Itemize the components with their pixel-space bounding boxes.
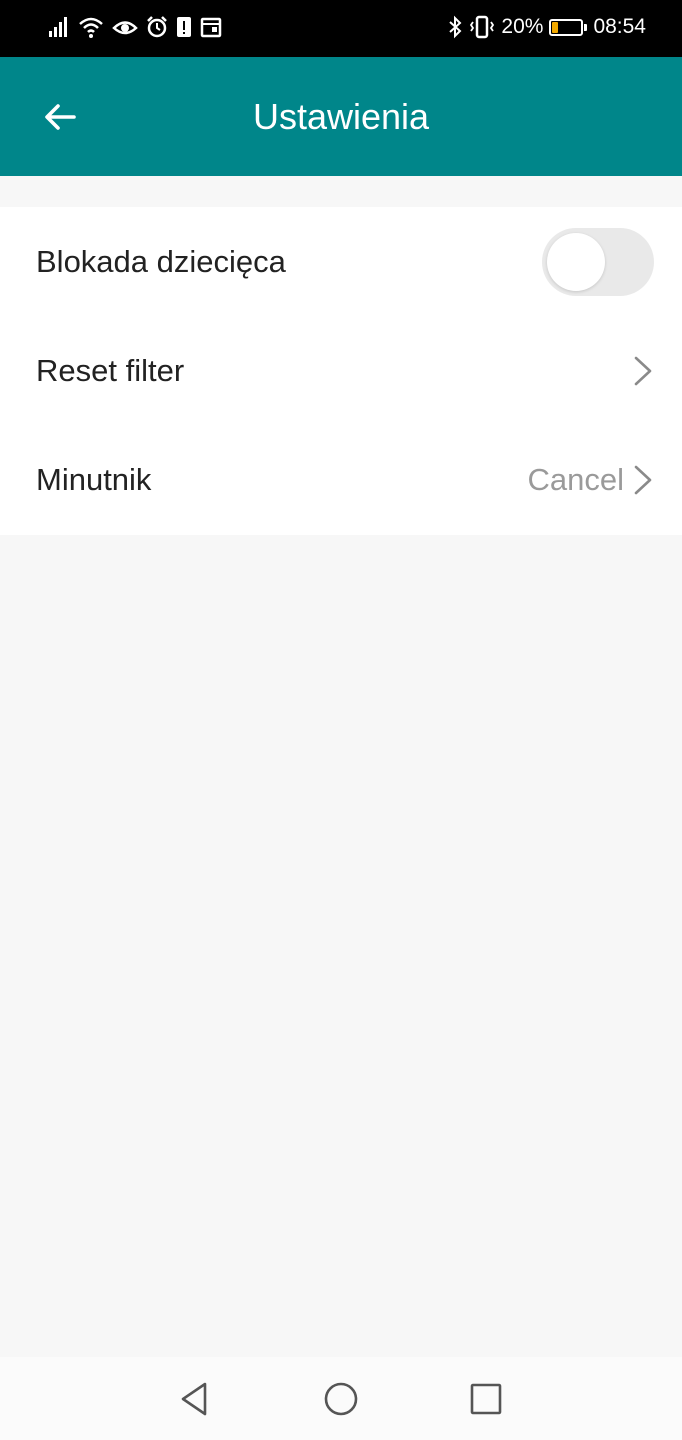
settings-list: Blokada dziecięca Reset filter Minutnik …	[0, 207, 682, 535]
battery-icon	[549, 18, 588, 36]
page-title: Ustawienia	[252, 96, 430, 137]
bluetooth-icon	[447, 14, 463, 40]
child-lock-label: Blokada dziecięca	[36, 243, 286, 279]
recents-square-icon	[470, 1383, 502, 1415]
reset-filter-label: Reset filter	[36, 352, 185, 388]
toggle-knob	[547, 232, 605, 291]
back-button[interactable]	[30, 87, 90, 147]
status-right-icons: 20% 08:54	[447, 14, 646, 40]
vibrate-icon	[469, 14, 495, 40]
status-left-icons	[48, 14, 222, 40]
signal-icon	[48, 14, 70, 40]
alert-icon	[176, 14, 192, 40]
alarm-icon	[146, 14, 168, 40]
back-triangle-icon	[181, 1382, 207, 1416]
clock: 08:54	[593, 15, 646, 38]
reset-filter-row[interactable]: Reset filter	[0, 316, 682, 425]
child-lock-toggle[interactable]	[542, 227, 654, 296]
status-bar: 20% 08:54	[0, 0, 682, 57]
app-bar: Ustawienia	[0, 57, 682, 176]
nav-home-button[interactable]	[321, 1379, 361, 1419]
calendar-icon	[200, 14, 222, 40]
chevron-right-icon	[632, 463, 654, 497]
wifi-icon	[78, 14, 104, 40]
home-circle-icon	[324, 1382, 358, 1416]
timer-value: Cancel	[527, 461, 625, 497]
battery-percent: 20%	[501, 15, 544, 38]
timer-row[interactable]: Minutnik Cancel	[0, 425, 682, 534]
battery-level-fill	[552, 21, 559, 33]
system-nav-bar	[0, 1357, 682, 1440]
nav-back-button[interactable]	[175, 1379, 215, 1419]
timer-label: Minutnik	[36, 461, 152, 497]
eye-icon	[112, 14, 138, 40]
chevron-right-icon	[632, 354, 654, 388]
child-lock-row: Blokada dziecięca	[0, 207, 682, 316]
arrow-left-icon	[45, 104, 76, 130]
nav-recents-button[interactable]	[466, 1379, 506, 1419]
